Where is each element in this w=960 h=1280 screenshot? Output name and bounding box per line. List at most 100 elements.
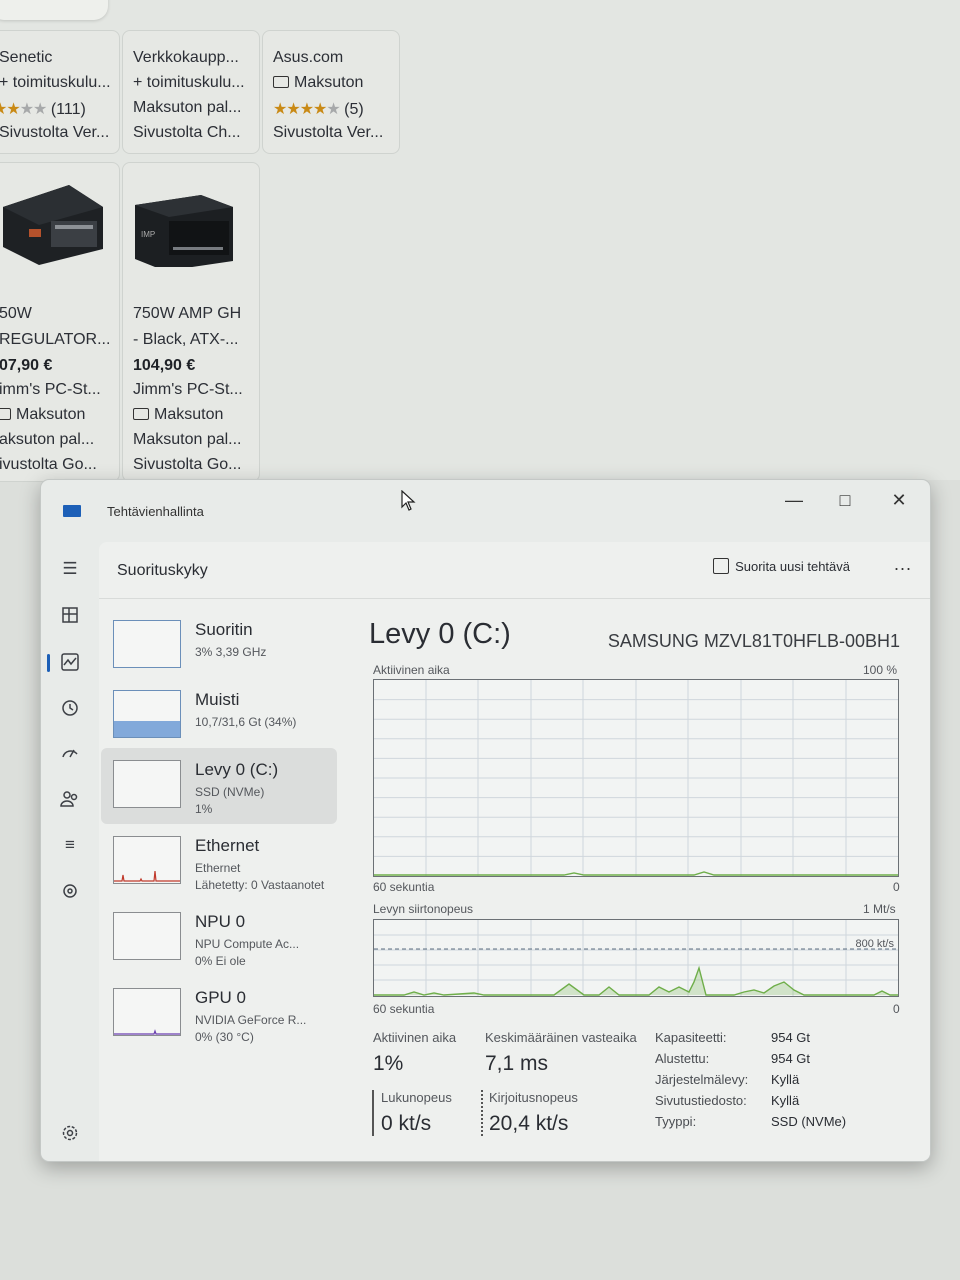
formatted-label: Alustettu: <box>655 1051 710 1066</box>
device-item-ethernet[interactable]: Ethernet Ethernet Lähetetty: 0 Vastaanot… <box>101 824 337 896</box>
transfer-graph-max: 1 Mt/s <box>863 902 896 916</box>
type-label: Tyyppi: <box>655 1114 697 1129</box>
active-time-value: 1% <box>373 1052 404 1075</box>
details-icon[interactable]: ≡ <box>59 834 81 856</box>
device-usage: 0% (30 °C) <box>195 1030 254 1044</box>
offer-rating: ★★★★ (111) <box>0 99 86 119</box>
history-icon[interactable] <box>59 697 81 719</box>
device-detail: SSD (NVMe) <box>195 785 265 799</box>
power-supply-image <box>3 185 103 265</box>
device-name: GPU 0 <box>195 988 247 1007</box>
search-chip[interactable] <box>0 0 108 20</box>
device-item-cpu[interactable]: Suoritin 3% 3,39 GHz <box>101 608 337 680</box>
header-divider <box>99 598 930 599</box>
read-separator <box>372 1090 374 1136</box>
rating-stars-icon: ★★★★ <box>0 101 47 118</box>
device-usage: 0% Ei ole <box>195 954 246 968</box>
active-time-graph-zero: 0 <box>893 880 900 894</box>
offer-source: Sivustolta Ver... <box>0 124 110 141</box>
offer-seller: Senetic <box>0 49 53 66</box>
task-manager-window: Tehtävienhallinta — □ ✕ ☰ ≡ Suorituskyky… <box>40 479 931 1162</box>
transfer-graph-xlabel: 60 sekuntia <box>373 1002 435 1016</box>
active-time-graph-xlabel: 60 sekuntia <box>373 880 435 894</box>
product-shipping: Maksuton <box>133 406 223 424</box>
device-item-disk[interactable]: Levy 0 (C:) SSD (NVMe) 1% <box>101 748 337 824</box>
page-file-label: Sivutustiedosto: <box>655 1093 747 1108</box>
gpu-thumbnail-graph <box>113 988 181 1036</box>
device-detail: 10,7/31,6 Gt (34%) <box>195 715 297 729</box>
more-options-button[interactable]: ... <box>894 554 912 575</box>
response-time-label: Keskimääräinen vasteaika <box>485 1030 637 1045</box>
product-name-cont: - Black, ATX-... <box>133 331 239 348</box>
run-new-task-button[interactable]: Suorita uusi tehtävä <box>713 558 850 574</box>
product-seller: Jimm's PC-St... <box>133 381 243 398</box>
formatted-value: 954 Gt <box>771 1051 811 1066</box>
truck-icon <box>133 408 149 420</box>
cpu-thumbnail-graph <box>113 620 181 668</box>
offer-shipping: Maksuton <box>273 74 363 92</box>
device-detail: NVIDIA GeForce R... <box>195 1013 307 1027</box>
device-name: Suoritin <box>195 620 253 639</box>
product-name-cont: REGULATOR... <box>0 331 111 348</box>
disk-title: Levy 0 (C:) <box>369 618 511 650</box>
navigation-rail: ☰ ≡ <box>41 542 99 1161</box>
settings-icon[interactable] <box>59 1122 81 1144</box>
npu-thumbnail-graph <box>113 912 181 960</box>
offer-shipping: + toimituskulu... <box>0 74 111 91</box>
read-speed-value: 0 kt/s <box>381 1112 432 1135</box>
product-name: 750W AMP GH <box>133 305 242 322</box>
title-bar[interactable]: Tehtävienhallinta — □ ✕ <box>41 480 930 542</box>
offer-card[interactable]: Senetic + toimituskulu... ★★★★ (111) Siv… <box>0 30 120 154</box>
device-usage: Lähetetty: 0 Vastaanotet <box>195 878 325 892</box>
close-button[interactable]: ✕ <box>879 486 919 514</box>
users-icon[interactable] <box>59 788 81 810</box>
product-card[interactable]: IMP 750W AMP GH - Black, ATX-... 104,90 … <box>122 162 260 482</box>
task-manager-app-icon <box>63 505 81 517</box>
product-price: 07,90 € <box>0 357 53 374</box>
product-source: ivustolta Go... <box>0 456 97 473</box>
transfer-graph-zero: 0 <box>893 1002 900 1016</box>
product-source: Sivustolta Go... <box>133 456 242 473</box>
performance-icon[interactable] <box>59 651 81 673</box>
ethernet-thumbnail-graph <box>113 836 181 884</box>
active-time-label: Aktiivinen aika <box>373 1030 457 1045</box>
offer-source: Sivustolta Ch... <box>133 124 241 141</box>
disk-model: SAMSUNG MZVL81T0HFLB-00BH1 <box>607 631 900 651</box>
shopping-results-page: Senetic + toimituskulu... ★★★★ (111) Siv… <box>0 0 960 482</box>
offer-source: Sivustolta Ver... <box>273 124 384 141</box>
power-supply-image: IMP <box>135 195 233 267</box>
menu-icon[interactable]: ☰ <box>59 558 81 580</box>
offer-card[interactable]: Verkkokaupp... + toimituskulu... Maksuto… <box>122 30 260 154</box>
device-name: Levy 0 (C:) <box>195 760 279 779</box>
write-speed-value: 20,4 kt/s <box>489 1112 569 1135</box>
processes-icon[interactable] <box>59 604 81 626</box>
capacity-label: Kapasiteetti: <box>655 1030 727 1045</box>
performance-page: Suorituskyky Suorita uusi tehtävä ... Su… <box>99 542 930 1161</box>
transfer-rate-graph: 800 kt/s <box>373 919 899 997</box>
maximize-button[interactable]: □ <box>825 486 865 514</box>
offer-card[interactable]: Asus.com Maksuton ★★★★★ (5) Sivustolta V… <box>262 30 400 154</box>
product-note: aksuton pal... <box>0 431 95 448</box>
product-shipping: Maksuton <box>0 406 85 424</box>
product-card[interactable]: 50W REGULATOR... 07,90 € imm's PC-St... … <box>0 162 120 482</box>
device-item-npu[interactable]: NPU 0 NPU Compute Ac... 0% Ei ole <box>101 900 337 972</box>
device-detail: NPU Compute Ac... <box>195 937 300 951</box>
response-time-value: 7,1 ms <box>485 1052 549 1075</box>
device-item-gpu[interactable]: GPU 0 NVIDIA GeForce R... 0% (30 °C) <box>101 976 337 1048</box>
device-item-memory[interactable]: Muisti 10,7/31,6 Gt (34%) <box>101 678 337 750</box>
system-disk-value: Kyllä <box>771 1072 800 1087</box>
services-icon[interactable] <box>59 880 81 902</box>
device-detail: Ethernet <box>195 861 241 875</box>
startup-icon[interactable] <box>59 742 81 764</box>
product-name: 50W <box>0 305 32 322</box>
device-name: Muisti <box>195 690 240 709</box>
device-name: NPU 0 <box>195 912 246 931</box>
minimize-button[interactable]: — <box>774 486 814 514</box>
read-speed-label: Lukunopeus <box>381 1090 452 1105</box>
transfer-graph-label: Levyn siirtonopeus <box>373 902 474 916</box>
mouse-cursor-icon <box>401 490 416 511</box>
truck-icon <box>273 76 289 88</box>
device-usage: 1% <box>195 802 213 816</box>
write-speed-label: Kirjoitusnopeus <box>489 1090 578 1105</box>
product-seller: imm's PC-St... <box>0 381 101 398</box>
